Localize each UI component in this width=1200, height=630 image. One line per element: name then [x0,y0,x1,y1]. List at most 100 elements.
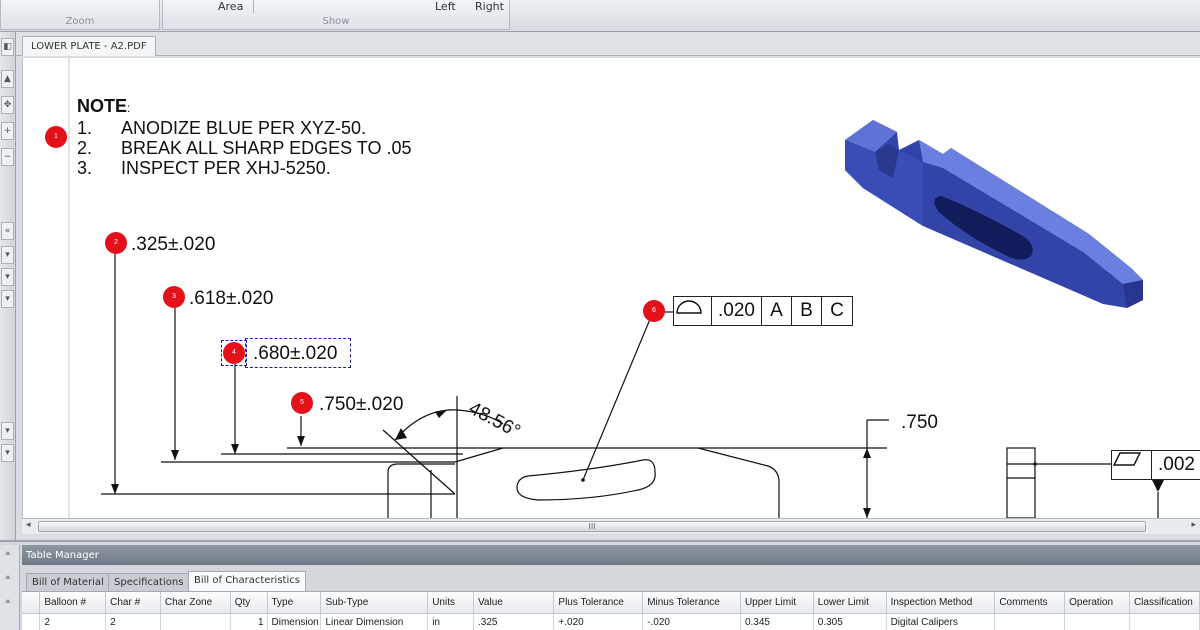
part-3d-view [845,120,1143,308]
table-cell[interactable]: 2 [39,613,107,630]
row-selector-header [22,592,41,614]
scrollbar-thumb[interactable]: III [38,521,1146,532]
zoom-out-icon[interactable]: − [1,148,14,166]
table-cell[interactable] [160,613,231,630]
expand-icon[interactable]: « [5,573,11,583]
zoom-group-label: Zoom [65,16,95,27]
tab-bill-of-material[interactable]: Bill of Material [26,573,110,591]
table-manager-tabs: Bill of Material Specifications Bill of … [22,569,1200,591]
ribbon-separator [253,0,254,13]
column-header[interactable]: Comments [994,592,1066,614]
scroll-right-icon[interactable]: ▸ [1191,520,1196,530]
collapse-icon[interactable]: « [1,222,14,240]
column-header[interactable]: Balloon # [39,592,107,614]
ribbon: Zoom Area Left Right Show [0,0,1200,32]
datum-a: A [762,297,792,325]
note-line: 2. BREAK ALL SHARP EDGES TO .05 [77,138,411,158]
dropdown-icon[interactable]: ▾ [1,444,14,462]
column-header[interactable]: Units [427,592,474,614]
table-cell[interactable]: 2 [105,613,161,630]
note-colon: : [127,101,131,115]
note-text: INSPECT PER XHJ-5250. [121,158,331,178]
feature-control-frame-2[interactable]: .002 [1111,450,1200,480]
area-button[interactable]: Area [218,0,243,13]
column-header[interactable]: Char Zone [160,592,231,614]
right-button[interactable]: Right [475,0,504,13]
table-cell[interactable] [1064,613,1130,630]
row-selector[interactable] [22,613,41,630]
note-line: 1. ANODIZE BLUE PER XYZ-50. [77,118,411,138]
column-header[interactable]: Sub-Type [320,592,429,614]
show-group-label: Show [322,16,350,27]
balloon-3[interactable]: 3 [163,286,185,308]
datum-b: B [792,297,822,325]
app-window: Zoom Area Left Right Show ◧ ▲ ✥ + − « ▾ … [0,0,1200,630]
table-cell[interactable]: 1 [230,613,268,630]
tab-bill-of-characteristics[interactable]: Bill of Characteristics [188,571,306,591]
column-header[interactable]: Upper Limit [740,592,814,614]
column-header[interactable]: Plus Tolerance [553,592,644,614]
table-row[interactable]: 2 2 1 Dimension Linear Dimension in .325… [22,613,1200,630]
balloon-1[interactable]: 1 [45,126,67,148]
table-cell[interactable]: .325 [473,613,555,630]
column-header[interactable]: Value [473,592,555,614]
column-header[interactable]: Lower Limit [813,592,887,614]
column-header[interactable]: Operation [1064,592,1130,614]
dropdown-icon[interactable]: ▾ [1,246,14,264]
dimension-325[interactable]: .325±.020 [131,234,215,256]
table-manager-panel: « « « Table Manager Bill of Material Spe… [0,540,1200,630]
column-header[interactable]: Minus Tolerance [642,592,741,614]
table-cell[interactable]: -.020 [642,613,741,630]
table-cell[interactable] [994,613,1066,630]
dropdown-icon[interactable]: ▾ [1,268,14,286]
column-header[interactable]: Classification [1129,592,1200,614]
column-header[interactable]: Char # [105,592,161,614]
pointer-tool-icon[interactable]: ▲ [1,70,14,88]
dropdown-icon[interactable]: ▾ [1,422,14,440]
characteristics-table: Balloon # Char # Char Zone Qty Type Sub-… [22,592,1200,630]
table-manager-title: Table Manager [22,545,1200,565]
drawing-canvas[interactable]: NOTE: 1. ANODIZE BLUE PER XYZ-50. 2. BREAK… [22,58,1200,518]
column-header[interactable]: Inspection Method [886,592,996,614]
balloon-4-selection [221,340,247,366]
table-cell[interactable]: Dimension [267,613,322,630]
note-number: 3. [77,158,93,178]
table-cell[interactable]: 0.345 [740,613,814,630]
expand-icon[interactable]: « [5,597,11,607]
document-tab[interactable]: LOWER PLATE - A2.PDF [22,36,156,56]
pin-icon[interactable]: ◧ [1,38,14,56]
fcf2-tolerance: .002 [1158,454,1195,475]
note-text: ANODIZE BLUE PER XYZ-50. [121,118,367,138]
expand-icon[interactable]: « [5,549,11,559]
column-header[interactable]: Qty [230,592,268,614]
table-cell[interactable]: +.020 [553,613,644,630]
table-cell[interactable]: 0.305 [813,613,887,630]
balloon-6[interactable]: 6 [643,300,665,322]
column-header[interactable]: Type [267,592,322,614]
datum-c: C [830,300,844,321]
table-cell[interactable]: in [427,613,474,630]
table-cell[interactable]: Linear Dimension [320,613,429,630]
feature-control-frame[interactable]: .020 A B C [673,296,853,326]
show-group: Area Left Right Show [162,0,510,30]
dropdown-icon[interactable]: ▾ [1,290,14,308]
balloon-5[interactable]: 5 [291,392,313,414]
balloon-2[interactable]: 2 [105,232,127,254]
table-cell[interactable] [1129,613,1200,630]
horizontal-scrollbar[interactable]: ◂ III ▸ [22,518,1200,534]
left-button[interactable]: Left [435,0,456,13]
zoom-in-icon[interactable]: + [1,122,14,140]
pan-tool-icon[interactable]: ✥ [1,96,14,114]
dimension-750[interactable]: .750 [901,412,938,434]
left-toolbar: ◧ ▲ ✥ + − « ▾ ▾ ▾ ▾ ▾ [0,32,16,542]
note-line: 3. INSPECT PER XHJ-5250. [77,158,411,178]
table-cell[interactable]: Digital Calipers [886,613,996,630]
dimension-750-tol[interactable]: .750±.020 [319,394,403,416]
profile-surface-icon [674,297,712,325]
dimension-618[interactable]: .618±.020 [189,288,273,310]
table-manager-sidebar: « « « [0,545,20,630]
note-number: 2. [77,138,93,158]
scroll-left-icon[interactable]: ◂ [26,520,31,530]
dimension-680[interactable]: .680±.020 [253,343,337,365]
tab-specifications[interactable]: Specifications [108,573,190,591]
